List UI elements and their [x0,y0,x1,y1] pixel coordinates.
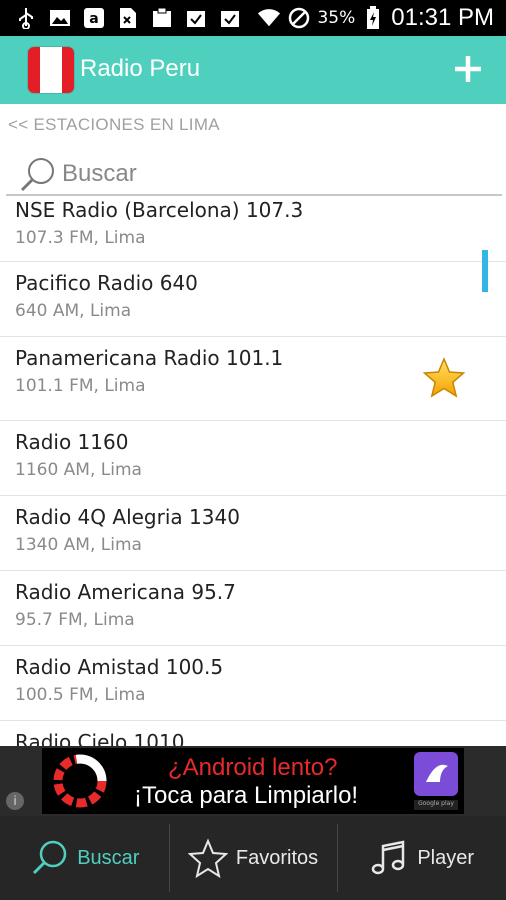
tab-favoritos[interactable]: Favoritos [168,816,338,900]
station-frequency: 1160 AM, Lima [15,460,142,480]
station-frequency: 95.7 FM, Lima [15,610,135,630]
station-item[interactable]: Radio Cielo 1010 [0,721,506,746]
station-name: Pacifico Radio 640 [15,271,198,295]
app-title: Radio Peru [80,55,201,82]
favorite-star-icon[interactable] [422,357,466,399]
search-placeholder: Buscar [62,160,137,187]
do-not-disturb-icon [287,6,311,30]
usb-icon [14,6,38,30]
station-name: Radio 1160 [15,430,129,454]
tab-player[interactable]: Player [337,816,506,900]
station-name: Radio Cielo 1010 [15,730,185,746]
image-icon [48,6,72,30]
ad-subline: ¡Toca para Limpiarlo! [134,782,359,809]
station-item[interactable]: Radio Amistad 100.5 100.5 FM, Lima [0,646,506,721]
station-list[interactable]: NSE Radio (Barcelona) 107.3 107.3 FM, Li… [0,198,506,746]
amazon-icon: a [82,6,106,30]
ad-headline: ¿Android lento? [168,754,338,781]
clipboard-check-icon [184,6,208,30]
station-name: Radio Americana 95.7 [15,580,236,604]
task-check-icon [218,6,242,30]
bottom-tab-bar: Buscar Favoritos Player [0,816,506,900]
tab-buscar[interactable]: Buscar [0,816,169,900]
station-item[interactable]: Pacifico Radio 640 640 AM, Lima [0,262,506,337]
station-item[interactable]: Panamericana Radio 101.1 101.1 FM, Lima [0,337,506,421]
station-frequency: 640 AM, Lima [15,301,132,321]
station-frequency: 107.3 FM, Lima [15,228,146,248]
clipboard-icon [150,6,174,30]
tab-label: Favoritos [235,846,319,869]
star-icon [187,838,228,878]
back-to-stations-link[interactable]: << ESTACIONES EN LIMA [8,115,220,135]
station-name: Radio 4Q Alegria 1340 [15,505,240,529]
battery-icon [361,6,385,30]
clock: 01:31 PM [391,4,494,31]
app-logo-icon [414,752,458,796]
svg-text:a: a [89,11,98,27]
list-scrollbar[interactable] [482,250,488,292]
station-item[interactable]: NSE Radio (Barcelona) 107.3 107.3 FM, Li… [0,198,506,262]
ad-banner[interactable]: i ¿Android lento? ¡Toca para Limpiarlo! … [0,746,506,816]
add-button[interactable] [452,53,484,85]
search-icon [33,840,67,875]
peru-flag-icon [28,47,74,93]
station-item[interactable]: Radio 1160 1160 AM, Lima [0,421,506,496]
ad-content[interactable]: ¿Android lento? ¡Toca para Limpiarlo! Go… [42,748,464,814]
station-name: Radio Amistad 100.5 [15,655,224,679]
ad-info-icon[interactable]: i [6,792,24,810]
battery-percent: 35% [317,8,356,28]
wifi-icon [257,6,281,30]
search-input[interactable]: Buscar [6,150,502,196]
music-note-icon [372,840,405,875]
station-name: NSE Radio (Barcelona) 107.3 [15,198,304,222]
station-frequency: 100.5 FM, Lima [15,685,146,705]
station-item[interactable]: Radio 4Q Alegria 1340 1340 AM, Lima [0,496,506,571]
tab-label: Buscar [77,846,140,869]
station-item[interactable]: Radio Americana 95.7 95.7 FM, Lima [0,571,506,646]
google-play-badge: Google play [414,800,458,810]
file-icon [116,6,140,30]
app-bar: Radio Peru [0,36,506,104]
station-frequency: 1340 AM, Lima [15,535,142,555]
tab-label: Player [417,846,475,869]
plus-icon [455,56,481,82]
search-icon [20,158,54,192]
speed-ring-icon [53,754,107,808]
status-bar: a 35% 01:31 PM [0,0,506,36]
